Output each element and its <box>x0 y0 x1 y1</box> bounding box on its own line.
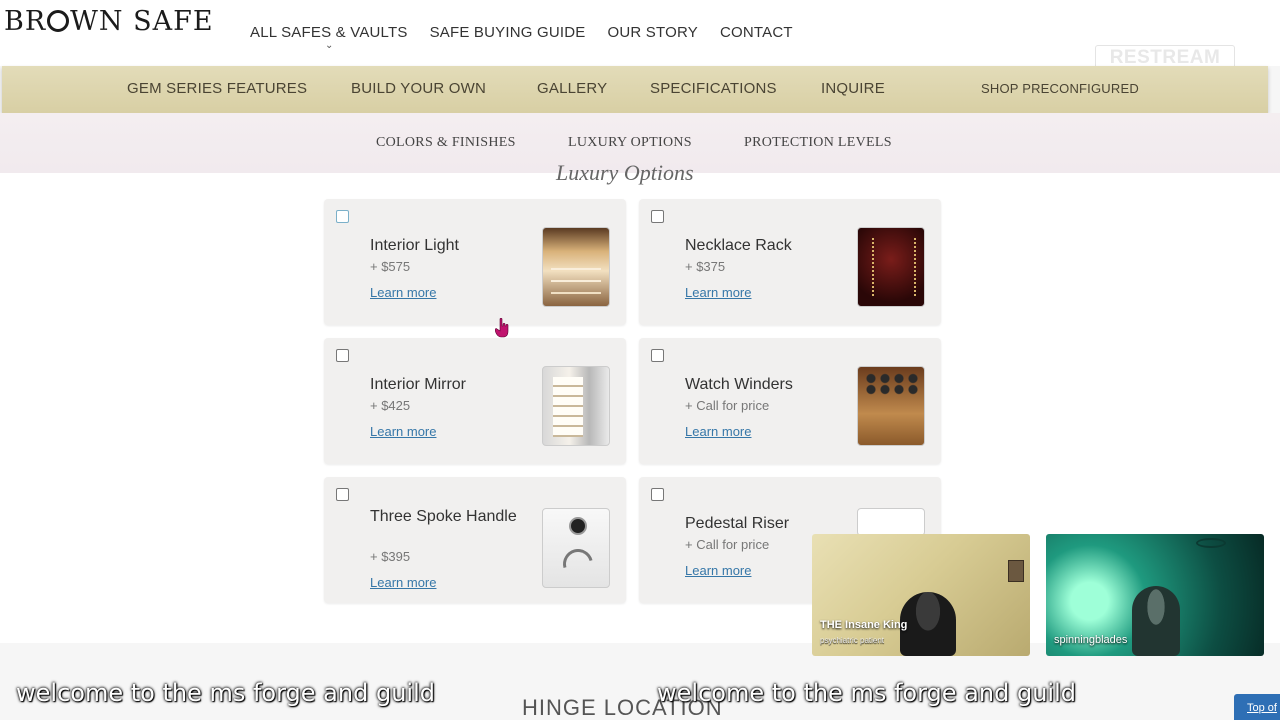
subnav-inquire[interactable]: INQUIRE <box>821 80 885 97</box>
wall-picture <box>1008 560 1024 582</box>
hand-pointer-icon <box>495 318 509 338</box>
dial-icon <box>569 517 587 535</box>
option-checkbox[interactable] <box>651 349 664 362</box>
option-name: Pedestal Riser <box>685 515 790 532</box>
interior-mirror-photo[interactable] <box>542 366 610 446</box>
webcam-tile-insane-king: THE Insane King psychiatric patient <box>812 534 1030 656</box>
option-checkbox[interactable] <box>336 349 349 362</box>
subnav-shop-preconfigured[interactable]: SHOP PRECONFIGURED <box>981 81 1139 96</box>
top-nav: ALL SAFES & VAULTS SAFE BUYING GUIDE OUR… <box>250 24 793 41</box>
option-name: Interior Light <box>370 237 459 254</box>
learn-more-link[interactable]: Learn more <box>685 285 751 300</box>
option-price: + $425 <box>370 398 411 413</box>
option-card-watch-winders: Watch Winders + Call for price Learn mor… <box>639 338 941 464</box>
nav-our-story[interactable]: OUR STORY <box>608 24 698 41</box>
handle-spoke-icon <box>557 543 599 585</box>
learn-more-link[interactable]: Learn more <box>685 563 751 578</box>
site-header: BR WN SAFE ALL SAFES & VAULTS SAFE BUYING… <box>0 0 1280 71</box>
webcam-subtitle: psychiatric patient <box>820 636 885 645</box>
webcam-tile-spinningblades: spinningblades <box>1046 534 1264 656</box>
nav-contact[interactable]: CONTACT <box>720 24 793 41</box>
three-spoke-handle-photo[interactable] <box>542 508 610 588</box>
option-checkbox[interactable] <box>651 488 664 501</box>
learn-more-link[interactable]: Learn more <box>370 285 436 300</box>
top-of-page-button[interactable]: Top of <box>1234 694 1280 720</box>
logo-ring-icon <box>47 10 70 32</box>
option-card-necklace-rack: Necklace Rack + $375 Learn more <box>639 199 941 325</box>
learn-more-link[interactable]: Learn more <box>370 575 436 590</box>
tab-colors-finishes[interactable]: COLORS & FINISHES <box>376 135 516 151</box>
section-title: Luxury Options <box>556 160 694 185</box>
webcam-name: spinningblades <box>1054 634 1128 646</box>
subnav-gem-series-features[interactable]: GEM SERIES FEATURES <box>127 80 307 97</box>
option-price: + $375 <box>685 259 726 274</box>
ceiling-lamp <box>1196 538 1226 548</box>
option-card-interior-mirror: Interior Mirror + $425 Learn more <box>324 338 626 464</box>
option-checkbox[interactable] <box>651 210 664 223</box>
nav-all-safes-vaults[interactable]: ALL SAFES & VAULTS <box>250 24 408 41</box>
webcam-name: THE Insane King <box>820 619 908 631</box>
interior-light-photo[interactable] <box>542 227 610 307</box>
learn-more-link[interactable]: Learn more <box>370 424 436 439</box>
subnav-specifications[interactable]: SPECIFICATIONS <box>650 80 777 97</box>
option-name: Necklace Rack <box>685 237 792 254</box>
logo-text-start: BR <box>4 6 47 37</box>
pedestal-riser-photo[interactable] <box>857 508 925 536</box>
logo-text-end: WN SAFE <box>70 6 214 37</box>
option-price: + Call for price <box>685 398 770 413</box>
option-name: Three Spoke Handle <box>370 508 517 525</box>
option-price: + $575 <box>370 259 411 274</box>
option-name: Interior Mirror <box>370 376 467 393</box>
subnav-gallery[interactable]: GALLERY <box>537 80 607 97</box>
option-price: + Call for price <box>685 537 770 552</box>
chevron-down-icon[interactable]: ⌄ <box>325 40 333 51</box>
streamer-silhouette <box>1132 586 1180 656</box>
subnav-build-your-own[interactable]: BUILD YOUR OWN <box>351 80 486 97</box>
option-card-interior-light: Interior Light + $575 Learn more <box>324 199 626 325</box>
nav-safe-buying-guide[interactable]: SAFE BUYING GUIDE <box>430 24 586 41</box>
watch-winders-photo[interactable] <box>857 366 925 446</box>
learn-more-link[interactable]: Learn more <box>685 424 751 439</box>
streamer-silhouette <box>900 592 956 656</box>
stream-caption-left: welcome to the ms forge and guild <box>16 679 435 707</box>
product-subnav: GEM SERIES FEATURES BUILD YOUR OWN GALLE… <box>2 66 1268 113</box>
option-checkbox[interactable] <box>336 488 349 501</box>
necklace-rack-photo[interactable] <box>857 227 925 307</box>
option-name: Watch Winders <box>685 376 793 393</box>
option-price: + $395 <box>370 549 411 564</box>
stream-caption-right: welcome to the ms forge and guild <box>657 679 1076 707</box>
tab-luxury-options[interactable]: LUXURY OPTIONS <box>568 135 692 151</box>
tab-protection-levels[interactable]: PROTECTION LEVELS <box>744 135 892 151</box>
brown-safe-logo[interactable]: BR WN SAFE <box>4 6 214 37</box>
option-checkbox[interactable] <box>336 210 349 223</box>
option-card-three-spoke-handle: Three Spoke Handle + $395 Learn more <box>324 477 626 603</box>
